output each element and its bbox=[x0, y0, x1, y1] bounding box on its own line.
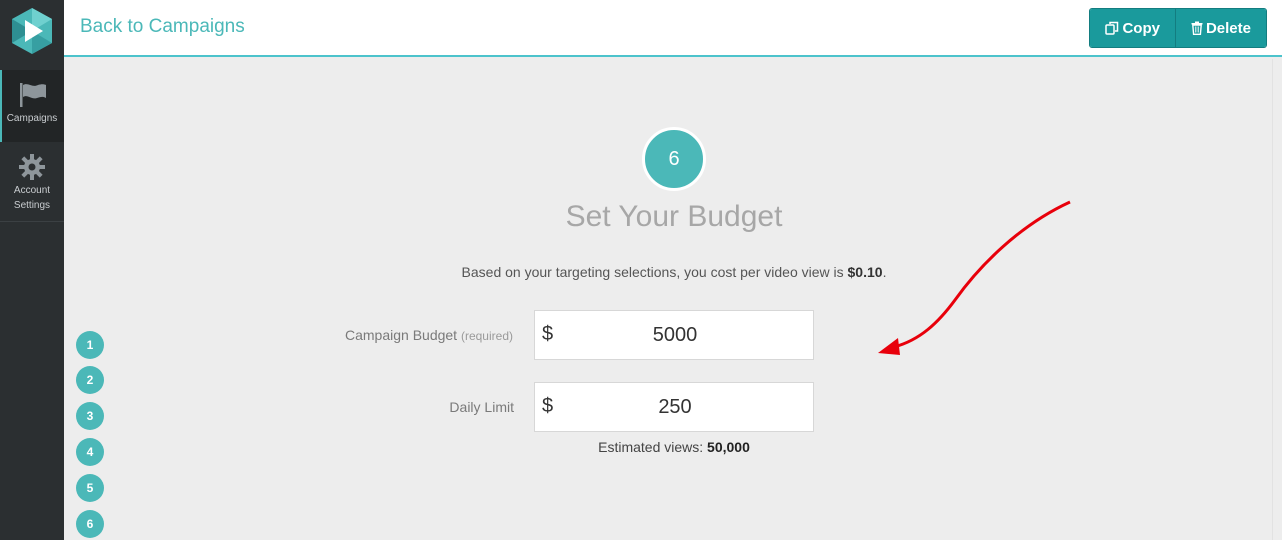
back-to-campaigns-link[interactable]: Back to Campaigns bbox=[80, 16, 245, 38]
campaign-budget-label-text: Campaign Budget bbox=[345, 327, 458, 343]
step-nav-2[interactable]: 2 bbox=[76, 366, 104, 394]
currency-symbol: $ bbox=[542, 323, 554, 345]
action-button-group: Copy Delete bbox=[1089, 8, 1267, 48]
estimated-views-text: Estimated views: 50,000 bbox=[534, 439, 814, 455]
sidebar: Campaigns Account Settings bbox=[0, 0, 64, 540]
trash-icon bbox=[1191, 21, 1203, 35]
daily-limit-input[interactable] bbox=[565, 383, 785, 431]
sidebar-item-account-settings[interactable]: Account Settings bbox=[0, 142, 64, 222]
step-nav-1[interactable]: 1 bbox=[76, 331, 104, 359]
current-step-badge: 6 bbox=[642, 127, 706, 191]
copy-icon bbox=[1105, 21, 1119, 35]
daily-limit-label: Daily Limit bbox=[449, 399, 514, 415]
daily-limit-field: $ bbox=[534, 382, 814, 432]
page-title: Set Your Budget bbox=[565, 200, 783, 233]
estimated-views-label: Estimated views: bbox=[598, 439, 708, 455]
delete-button[interactable]: Delete bbox=[1174, 9, 1266, 47]
currency-symbol: $ bbox=[542, 395, 554, 417]
campaign-budget-field: $ bbox=[534, 310, 814, 360]
step-nav-4[interactable]: 4 bbox=[76, 438, 104, 466]
sidebar-item-label: Campaigns bbox=[6, 113, 58, 124]
sidebar-item-campaigns[interactable]: Campaigns bbox=[0, 70, 64, 142]
cost-per-view-prefix: Based on your targeting selections, you … bbox=[461, 264, 848, 280]
copy-button[interactable]: Copy bbox=[1090, 9, 1175, 47]
campaign-budget-label: Campaign Budget (required) bbox=[300, 327, 513, 343]
annotation-arrow-icon bbox=[878, 200, 1071, 355]
flag-icon bbox=[20, 83, 46, 107]
campaign-budget-input[interactable] bbox=[565, 311, 785, 359]
top-header: Back to Campaigns Copy Delete bbox=[64, 0, 1282, 57]
play-logo-icon bbox=[12, 8, 52, 54]
copy-button-label: Copy bbox=[1122, 19, 1160, 37]
sidebar-item-label: Account Settings bbox=[13, 185, 51, 211]
step-nav-6[interactable]: 6 bbox=[76, 510, 104, 538]
step-nav-3[interactable]: 3 bbox=[76, 402, 104, 430]
step-nav-5[interactable]: 5 bbox=[76, 474, 104, 502]
delete-button-label: Delete bbox=[1205, 19, 1251, 37]
estimated-views-value: 50,000 bbox=[707, 439, 750, 455]
gear-icon bbox=[19, 154, 45, 180]
required-note: (required) bbox=[460, 329, 513, 343]
scrollbar-track[interactable] bbox=[1272, 59, 1282, 540]
app-logo[interactable] bbox=[0, 0, 64, 62]
